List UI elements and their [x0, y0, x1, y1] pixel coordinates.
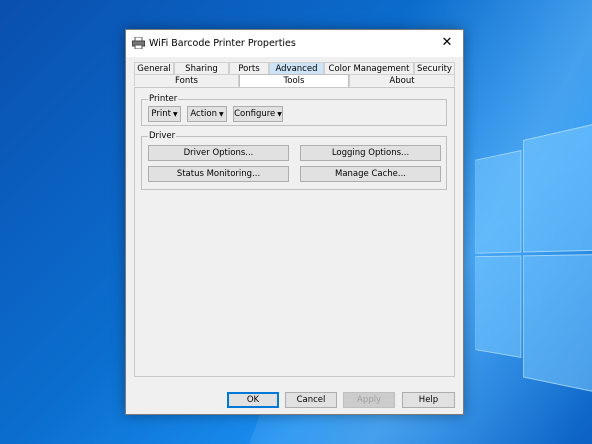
status-monitoring-button[interactable]: Status Monitoring...: [148, 166, 289, 182]
title-bar[interactable]: WiFi Barcode Printer Properties ✕: [126, 30, 463, 57]
driver-group-label: Driver: [148, 131, 177, 141]
logging-options-button[interactable]: Logging Options...: [300, 145, 441, 161]
action-dropdown-button[interactable]: Action ▼: [187, 106, 227, 122]
ok-button[interactable]: OK: [227, 392, 279, 408]
chevron-down-icon: ▼: [172, 111, 178, 118]
configure-dropdown-button[interactable]: Configure ▼: [233, 106, 283, 122]
tab-security[interactable]: Security: [414, 62, 455, 74]
chevron-down-icon: ▼: [277, 111, 282, 118]
tab-sharing[interactable]: Sharing: [174, 62, 229, 74]
windows-logo-wallpaper: [475, 114, 592, 417]
manage-cache-button[interactable]: Manage Cache...: [300, 166, 441, 182]
tab-color-management[interactable]: Color Management: [324, 62, 414, 74]
printer-properties-dialog: WiFi Barcode Printer Properties ✕ Genera…: [125, 29, 464, 415]
tab-advanced[interactable]: Advanced: [269, 62, 324, 74]
printer-group: Printer Print ▼ Action ▼ Configure ▼: [141, 94, 447, 126]
driver-group: Driver Driver Options... Logging Options…: [141, 131, 447, 190]
tools-tab-panel: Printer Print ▼ Action ▼ Configure ▼ Driver…: [134, 87, 455, 377]
tab-row-1: General Sharing Ports Advanced Color Man…: [134, 62, 455, 74]
printer-icon: [132, 37, 145, 49]
print-dropdown-button[interactable]: Print ▼: [148, 106, 181, 122]
cancel-button[interactable]: Cancel: [285, 392, 337, 408]
chevron-down-icon: ▼: [219, 111, 224, 118]
tab-about[interactable]: About: [349, 74, 455, 86]
tab-ports[interactable]: Ports: [229, 62, 269, 74]
tab-tools[interactable]: Tools: [239, 74, 349, 87]
driver-options-button[interactable]: Driver Options...: [148, 145, 289, 161]
dialog-title: WiFi Barcode Printer Properties: [149, 38, 296, 49]
apply-button[interactable]: Apply: [343, 392, 395, 408]
printer-group-label: Printer: [148, 94, 179, 104]
tab-general[interactable]: General: [134, 62, 174, 74]
tab-fonts[interactable]: Fonts: [134, 74, 239, 86]
help-button[interactable]: Help: [402, 392, 455, 408]
tab-row-2: Fonts Tools About: [134, 74, 455, 87]
close-icon[interactable]: ✕: [438, 34, 456, 52]
